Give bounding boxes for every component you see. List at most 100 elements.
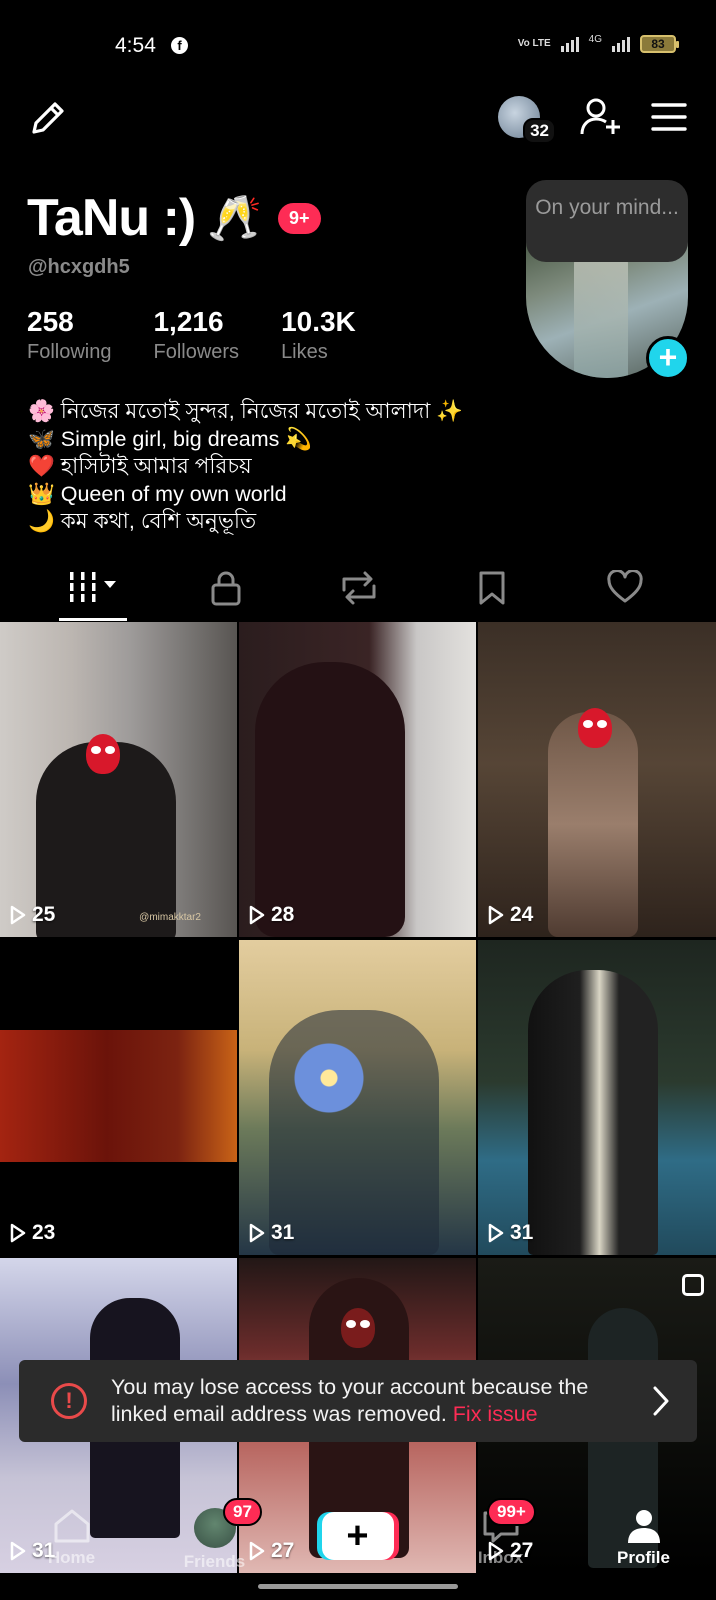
fix-issue-link[interactable]: Fix issue bbox=[453, 1402, 538, 1426]
video-thumbnail[interactable]: 31 bbox=[239, 940, 476, 1255]
notification-badge[interactable]: 9+ bbox=[278, 202, 321, 234]
profile-name-row: TaNu :) 🥂 9+ bbox=[27, 188, 321, 248]
view-count: 23 bbox=[10, 1221, 55, 1245]
view-count-value: 24 bbox=[510, 903, 534, 926]
heart-icon bbox=[606, 570, 643, 603]
avatar-count-badge: 32 bbox=[523, 118, 556, 144]
video-subject bbox=[255, 662, 405, 937]
top-right-actions: 32 bbox=[498, 96, 690, 144]
view-count: 31 bbox=[488, 1221, 533, 1245]
stat-value: 258 bbox=[27, 306, 74, 337]
status-indicators: Vo LTE 4G 83 bbox=[517, 34, 679, 53]
play-icon bbox=[249, 1223, 265, 1243]
repost-icon bbox=[342, 571, 375, 605]
thought-bubble[interactable]: On your mind... bbox=[526, 180, 688, 262]
tab-reposts[interactable] bbox=[292, 560, 425, 622]
video-thumbnail[interactable]: 31 bbox=[478, 940, 716, 1255]
tab-favorites[interactable] bbox=[425, 560, 558, 622]
spiderman-mask-sticker bbox=[578, 708, 612, 748]
volte-icon: Vo LTE bbox=[517, 37, 551, 49]
nav-inbox[interactable]: 99+ Inbox bbox=[429, 1498, 572, 1572]
menu-button[interactable] bbox=[648, 96, 690, 138]
bottom-navigation: Home 97 Friends + 99+ Inbox Profile bbox=[0, 1498, 716, 1572]
bio-line: 👑 Queen of my own world bbox=[28, 481, 287, 506]
video-thumbnail[interactable]: @mimakktar2 25 bbox=[0, 622, 237, 937]
view-count: 31 bbox=[249, 1221, 294, 1245]
bookmark-icon bbox=[479, 571, 504, 605]
play-icon bbox=[249, 905, 265, 925]
tab-private[interactable] bbox=[159, 560, 292, 622]
create-plus-icon: + bbox=[321, 1512, 394, 1560]
play-icon bbox=[488, 905, 504, 925]
pencil-icon bbox=[32, 102, 64, 134]
battery-icon: 83 bbox=[640, 34, 679, 53]
facebook-notification-icon: f bbox=[171, 37, 188, 54]
play-icon bbox=[488, 1223, 504, 1243]
profile-stats: 258 Following 1,216 Followers 10.3K Like… bbox=[27, 306, 356, 364]
view-count-value: 31 bbox=[271, 1221, 295, 1244]
video-thumbnail[interactable]: 24 bbox=[478, 622, 716, 937]
play-icon bbox=[10, 905, 26, 925]
view-count-value: 28 bbox=[271, 903, 295, 926]
photo-carousel-icon bbox=[682, 1274, 704, 1296]
stat-label: Followers bbox=[153, 341, 240, 363]
nav-create[interactable]: + bbox=[286, 1508, 429, 1572]
nav-home-label: Home bbox=[47, 1548, 96, 1567]
lock-icon bbox=[211, 571, 240, 606]
chevron-right-icon[interactable] bbox=[649, 1385, 673, 1417]
bio-line: ❤️ হাসিটাই আমার পরিচয় bbox=[28, 454, 252, 478]
story-avatar-button[interactable]: 32 bbox=[498, 96, 556, 144]
stat-followers[interactable]: 1,216 Followers bbox=[153, 306, 239, 364]
view-count: 24 bbox=[488, 903, 533, 927]
friends-badge: 97 bbox=[223, 1498, 262, 1526]
stat-likes[interactable]: 10.3K Likes bbox=[281, 306, 356, 364]
nav-home[interactable]: Home bbox=[0, 1508, 143, 1572]
add-friend-button[interactable] bbox=[580, 96, 622, 138]
nav-friends-label: Friends bbox=[183, 1552, 246, 1571]
add-user-icon bbox=[580, 98, 620, 135]
flower-sticker bbox=[291, 1040, 367, 1116]
nav-profile-label: Profile bbox=[617, 1548, 670, 1567]
profile-bio: 🌸 নিজের মতোই সুন্দর, নিজের মতোই আলাদা ✨ … bbox=[28, 398, 463, 536]
video-watermark: @mimakktar2 bbox=[139, 912, 201, 923]
video-subject bbox=[0, 1030, 237, 1162]
profile-tabs bbox=[0, 560, 716, 622]
view-count-value: 25 bbox=[32, 903, 56, 926]
account-warning-banner[interactable]: ! You may lose access to your account be… bbox=[19, 1360, 697, 1442]
status-bar: 4:54 f Vo LTE 4G 83 bbox=[0, 0, 716, 92]
network-type: 4G bbox=[588, 34, 602, 45]
edit-profile-button[interactable] bbox=[26, 96, 70, 140]
view-count-value: 31 bbox=[510, 1221, 534, 1244]
video-subject bbox=[269, 1010, 439, 1255]
view-count: 28 bbox=[249, 903, 294, 927]
nav-profile[interactable]: Profile bbox=[572, 1508, 715, 1572]
view-count: 25 bbox=[10, 903, 55, 927]
videos-grid-icon bbox=[69, 572, 116, 602]
signal-icon bbox=[560, 36, 579, 52]
stat-following[interactable]: 258 Following bbox=[27, 306, 111, 364]
home-icon bbox=[54, 1509, 89, 1543]
nav-friends[interactable]: 97 Friends bbox=[143, 1498, 286, 1572]
video-thumbnail[interactable]: 28 bbox=[239, 622, 476, 937]
add-story-button[interactable]: + bbox=[646, 336, 690, 380]
warning-message: You may lose access to your account beca… bbox=[111, 1374, 631, 1428]
view-count-value: 23 bbox=[32, 1221, 56, 1244]
stat-label: Likes bbox=[281, 341, 328, 363]
play-icon bbox=[10, 1223, 26, 1243]
stat-label: Following bbox=[27, 341, 112, 363]
bio-line: 🦋 Simple girl, big dreams 💫 bbox=[28, 426, 313, 451]
video-thumbnail[interactable]: 23 bbox=[0, 940, 237, 1255]
username[interactable]: @hcxgdh5 bbox=[28, 256, 130, 279]
spiderman-mask-sticker bbox=[341, 1308, 375, 1348]
cheers-emoji: 🥂 bbox=[207, 194, 263, 243]
bio-line: 🌙 কম কথা, বেশি অনুভূতি bbox=[28, 509, 257, 533]
tab-videos[interactable] bbox=[26, 560, 159, 622]
video-subject bbox=[528, 970, 658, 1255]
inbox-badge: 99+ bbox=[487, 1498, 536, 1526]
nav-inbox-label: Inbox bbox=[477, 1548, 524, 1567]
stat-value: 1,216 bbox=[153, 306, 224, 337]
profile-name: TaNu :) bbox=[27, 189, 196, 247]
tab-liked[interactable] bbox=[558, 560, 691, 622]
home-indicator[interactable] bbox=[258, 1584, 458, 1589]
alert-icon: ! bbox=[51, 1383, 87, 1419]
